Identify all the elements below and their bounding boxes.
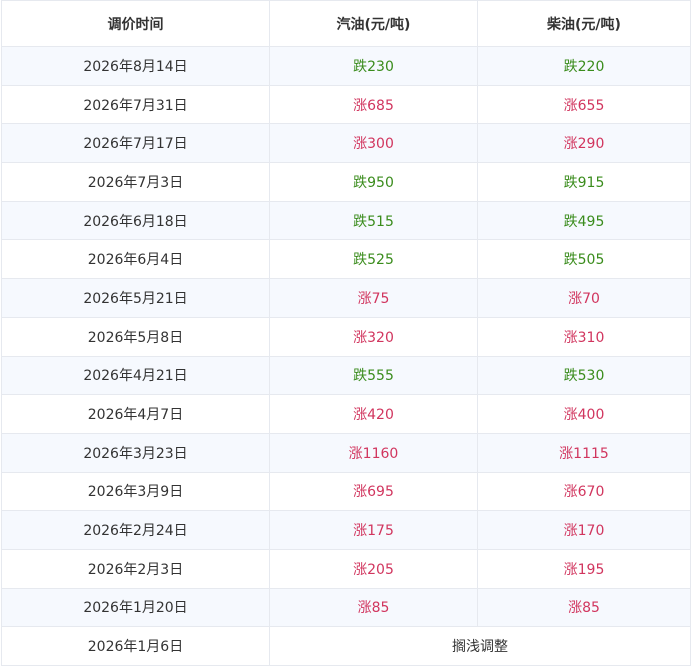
cell-diesel-change: 跌505 — [477, 239, 691, 280]
cell-shelved-adjustment-note: 搁浅调整 — [269, 626, 691, 666]
table-row: 2026年1月20日 涨85 涨85 — [1, 587, 691, 628]
table-row: 2026年2月3日 涨205 涨195 — [1, 548, 691, 589]
cell-diesel-change: 跌220 — [477, 46, 691, 86]
cell-diesel-change: 涨70 — [477, 278, 691, 318]
table-row: 2026年3月9日 涨695 涨670 — [1, 471, 691, 512]
table-row: 2026年6月18日 跌515 跌495 — [1, 200, 691, 241]
cell-diesel-change: 跌915 — [477, 162, 691, 202]
cell-gasoline-change: 涨420 — [269, 394, 478, 434]
table-row: 2026年2月24日 涨175 涨170 — [1, 510, 691, 550]
header-adjust-date: 调价时间 — [1, 0, 270, 47]
table-row: 2026年4月7日 涨420 涨400 — [1, 394, 691, 434]
table-row: 2026年5月21日 涨75 涨70 — [1, 278, 691, 318]
cell-diesel-change: 跌495 — [477, 200, 691, 241]
table-row: 2026年5月8日 涨320 涨310 — [1, 316, 691, 357]
cell-adjust-date: 2026年5月8日 — [1, 316, 270, 357]
cell-gasoline-change: 涨205 — [269, 548, 478, 589]
cell-adjust-date: 2026年3月23日 — [1, 432, 270, 473]
table-row: 2026年4月21日 跌555 跌530 — [1, 355, 691, 396]
table-row: 2026年7月17日 涨300 涨290 — [1, 123, 691, 164]
cell-gasoline-change: 跌515 — [269, 200, 478, 241]
table-row-final: 2026年1月6日 搁浅调整 — [1, 626, 691, 666]
table-row: 2026年3月23日 涨1160 涨1115 — [1, 432, 691, 473]
cell-diesel-change: 跌530 — [477, 355, 691, 396]
cell-adjust-date: 2026年5月21日 — [1, 278, 270, 318]
cell-diesel-change: 涨400 — [477, 394, 691, 434]
table-row: 2026年7月3日 跌950 跌915 — [1, 162, 691, 202]
cell-gasoline-change: 跌950 — [269, 162, 478, 202]
cell-adjust-date: 2026年4月7日 — [1, 394, 270, 434]
cell-gasoline-change: 涨75 — [269, 278, 478, 318]
table-header-row: 调价时间 汽油(元/吨) 柴油(元/吨) — [1, 0, 691, 47]
cell-gasoline-change: 跌525 — [269, 239, 478, 280]
cell-gasoline-change: 涨175 — [269, 510, 478, 550]
cell-diesel-change: 涨195 — [477, 548, 691, 589]
table-row: 2026年6月4日 跌525 跌505 — [1, 239, 691, 280]
header-diesel: 柴油(元/吨) — [477, 0, 691, 47]
cell-adjust-date: 2026年6月4日 — [1, 239, 270, 280]
cell-adjust-date: 2026年7月17日 — [1, 123, 270, 164]
cell-adjust-date: 2026年1月6日 — [1, 626, 270, 666]
cell-gasoline-change: 涨695 — [269, 471, 478, 512]
table-row: 2026年7月31日 涨685 涨655 — [1, 84, 691, 125]
cell-adjust-date: 2026年6月18日 — [1, 200, 270, 241]
cell-adjust-date: 2026年4月21日 — [1, 355, 270, 396]
cell-diesel-change: 涨170 — [477, 510, 691, 550]
table-row: 2026年8月14日 跌230 跌220 — [1, 46, 691, 86]
cell-gasoline-change: 涨1160 — [269, 432, 478, 473]
price-adjustment-table-container: 调价时间 汽油(元/吨) 柴油(元/吨) 2026年8月14日 跌230 跌220 2… — [0, 0, 691, 668]
cell-gasoline-change: 涨320 — [269, 316, 478, 357]
cell-diesel-change: 涨1115 — [477, 432, 691, 473]
table-body: 2026年8月14日 跌230 跌220 2026年7月31日 涨685 涨655 2026… — [1, 46, 691, 666]
cell-diesel-change: 涨85 — [477, 587, 691, 628]
cell-gasoline-change: 涨85 — [269, 587, 478, 628]
price-adjustment-table: 调价时间 汽油(元/吨) 柴油(元/吨) 2026年8月14日 跌230 跌220 2… — [1, 0, 691, 666]
cell-diesel-change: 涨655 — [477, 84, 691, 125]
cell-gasoline-change: 涨685 — [269, 84, 478, 125]
cell-adjust-date: 2026年7月3日 — [1, 162, 270, 202]
cell-gasoline-change: 跌555 — [269, 355, 478, 396]
cell-gasoline-change: 涨300 — [269, 123, 478, 164]
cell-adjust-date: 2026年7月31日 — [1, 84, 270, 125]
cell-adjust-date: 2026年2月3日 — [1, 548, 270, 589]
cell-diesel-change: 涨290 — [477, 123, 691, 164]
cell-diesel-change: 涨310 — [477, 316, 691, 357]
cell-diesel-change: 涨670 — [477, 471, 691, 512]
cell-adjust-date: 2026年1月20日 — [1, 587, 270, 628]
header-gasoline: 汽油(元/吨) — [269, 0, 478, 47]
cell-adjust-date: 2026年8月14日 — [1, 46, 270, 86]
cell-adjust-date: 2026年3月9日 — [1, 471, 270, 512]
cell-gasoline-change: 跌230 — [269, 46, 478, 86]
cell-adjust-date: 2026年2月24日 — [1, 510, 270, 550]
